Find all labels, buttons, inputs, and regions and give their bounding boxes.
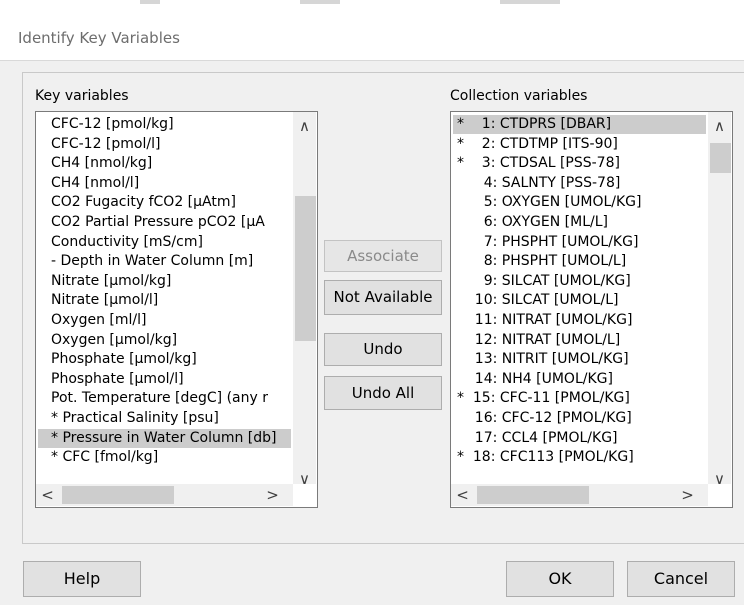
- list-item[interactable]: - Depth in Water Column [m]: [38, 252, 291, 271]
- scroll-down-icon[interactable]: ∨: [708, 469, 731, 489]
- list-item[interactable]: * Practical Salinity [psu]: [38, 409, 291, 428]
- dialog-titlebar: Identify Key Variables: [0, 8, 744, 61]
- list-item[interactable]: 7: PHSPHT [UMOL/KG]: [453, 233, 706, 252]
- undo-button[interactable]: Undo: [324, 333, 442, 366]
- list-item[interactable]: Nitrate [µmol/kg]: [38, 272, 291, 291]
- associate-button[interactable]: Associate: [324, 240, 442, 272]
- list-item[interactable]: * 2: CTDTMP [ITS-90]: [453, 135, 706, 154]
- collection-variables-hscrollbar[interactable]: < >: [451, 484, 708, 506]
- key-variables-hscrollbar[interactable]: < >: [36, 484, 293, 506]
- list-item[interactable]: CO2 Fugacity fCO2 [µAtm]: [38, 193, 291, 212]
- scroll-up-icon[interactable]: ∧: [708, 116, 731, 136]
- background-window-strip: [0, 0, 744, 8]
- list-item[interactable]: 5: OXYGEN [UMOL/KG]: [453, 193, 706, 212]
- collection-variables-vscroll-thumb[interactable]: [710, 143, 731, 173]
- dialog-title: Identify Key Variables: [18, 29, 180, 47]
- key-variables-hscroll-thumb[interactable]: [62, 486, 174, 504]
- collection-variables-listbox[interactable]: * 1: CTDPRS [DBAR] * 2: CTDTMP [ITS-90] * …: [450, 111, 733, 508]
- list-item[interactable]: * 3: CTDSAL [PSS-78]: [453, 154, 706, 173]
- list-item[interactable]: CH4 [nmol/l]: [38, 174, 291, 193]
- list-item[interactable]: Phosphate [µmol/l]: [38, 370, 291, 389]
- scroll-left-icon[interactable]: <: [36, 485, 59, 505]
- list-item[interactable]: * 1: CTDPRS [DBAR]: [453, 115, 706, 134]
- list-item[interactable]: * CFC [fmol/kg]: [38, 448, 291, 467]
- scroll-right-icon[interactable]: >: [261, 485, 284, 505]
- key-variables-vscroll-thumb[interactable]: [295, 196, 316, 341]
- list-item[interactable]: Phosphate [µmol/kg]: [38, 350, 291, 369]
- list-item[interactable]: CFC-12 [pmol/kg]: [38, 115, 291, 134]
- ok-button[interactable]: OK: [506, 561, 614, 597]
- list-item[interactable]: * Pressure in Water Column [db]: [38, 428, 291, 448]
- list-item[interactable]: 13: NITRIT [UMOL/KG]: [453, 350, 706, 369]
- scroll-up-icon[interactable]: ∧: [293, 116, 316, 136]
- list-item[interactable]: 9: SILCAT [UMOL/KG]: [453, 272, 706, 291]
- collection-variables-vscrollbar[interactable]: ∧ ∨: [708, 112, 731, 488]
- list-item[interactable]: CH4 [nmol/kg]: [38, 154, 291, 173]
- list-item[interactable]: Oxygen [ml/l]: [38, 311, 291, 330]
- undo-all-button[interactable]: Undo All: [324, 376, 442, 410]
- collection-variables-hscroll-thumb[interactable]: [477, 486, 589, 504]
- help-button[interactable]: Help: [23, 561, 141, 597]
- collection-variables-label: Collection variables: [450, 88, 588, 104]
- key-variables-label: Key variables: [35, 88, 129, 104]
- list-item[interactable]: Pot. Temperature [degC] (any r: [38, 389, 291, 408]
- list-item[interactable]: 10: SILCAT [UMOL/L]: [453, 291, 706, 310]
- list-item[interactable]: 11: NITRAT [UMOL/KG]: [453, 311, 706, 330]
- list-item[interactable]: 8: PHSPHT [UMOL/L]: [453, 252, 706, 271]
- list-item[interactable]: Conductivity [mS/cm]: [38, 233, 291, 252]
- list-item[interactable]: CFC-12 [pmol/l]: [38, 135, 291, 154]
- not-available-button[interactable]: Not Available: [324, 280, 442, 315]
- key-variables-listbox[interactable]: CFC-12 [pmol/kg] CFC-12 [pmol/l] CH4 [nmol…: [35, 111, 318, 508]
- list-item[interactable]: 16: CFC-12 [PMOL/KG]: [453, 409, 706, 428]
- list-item[interactable]: CO2 Partial Pressure pCO2 [µA: [38, 213, 291, 232]
- list-item[interactable]: 4: SALNTY [PSS-78]: [453, 174, 706, 193]
- list-item[interactable]: * 15: CFC-11 [PMOL/KG]: [453, 389, 706, 408]
- scroll-left-icon[interactable]: <: [451, 485, 474, 505]
- scroll-right-icon[interactable]: >: [676, 485, 699, 505]
- list-item[interactable]: 14: NH4 [UMOL/KG]: [453, 370, 706, 389]
- scroll-down-icon[interactable]: ∨: [293, 469, 316, 489]
- cancel-button[interactable]: Cancel: [627, 561, 735, 597]
- list-item[interactable]: 17: CCL4 [PMOL/KG]: [453, 429, 706, 448]
- list-item[interactable]: Oxygen [µmol/kg]: [38, 331, 291, 350]
- list-item[interactable]: Nitrate [µmol/l]: [38, 291, 291, 310]
- list-item[interactable]: * 18: CFC113 [PMOL/KG]: [453, 448, 706, 467]
- key-variables-vscrollbar[interactable]: ∧ ∨: [293, 112, 316, 488]
- list-item[interactable]: 12: NITRAT [UMOL/L]: [453, 331, 706, 350]
- list-item[interactable]: 6: OXYGEN [ML/L]: [453, 213, 706, 232]
